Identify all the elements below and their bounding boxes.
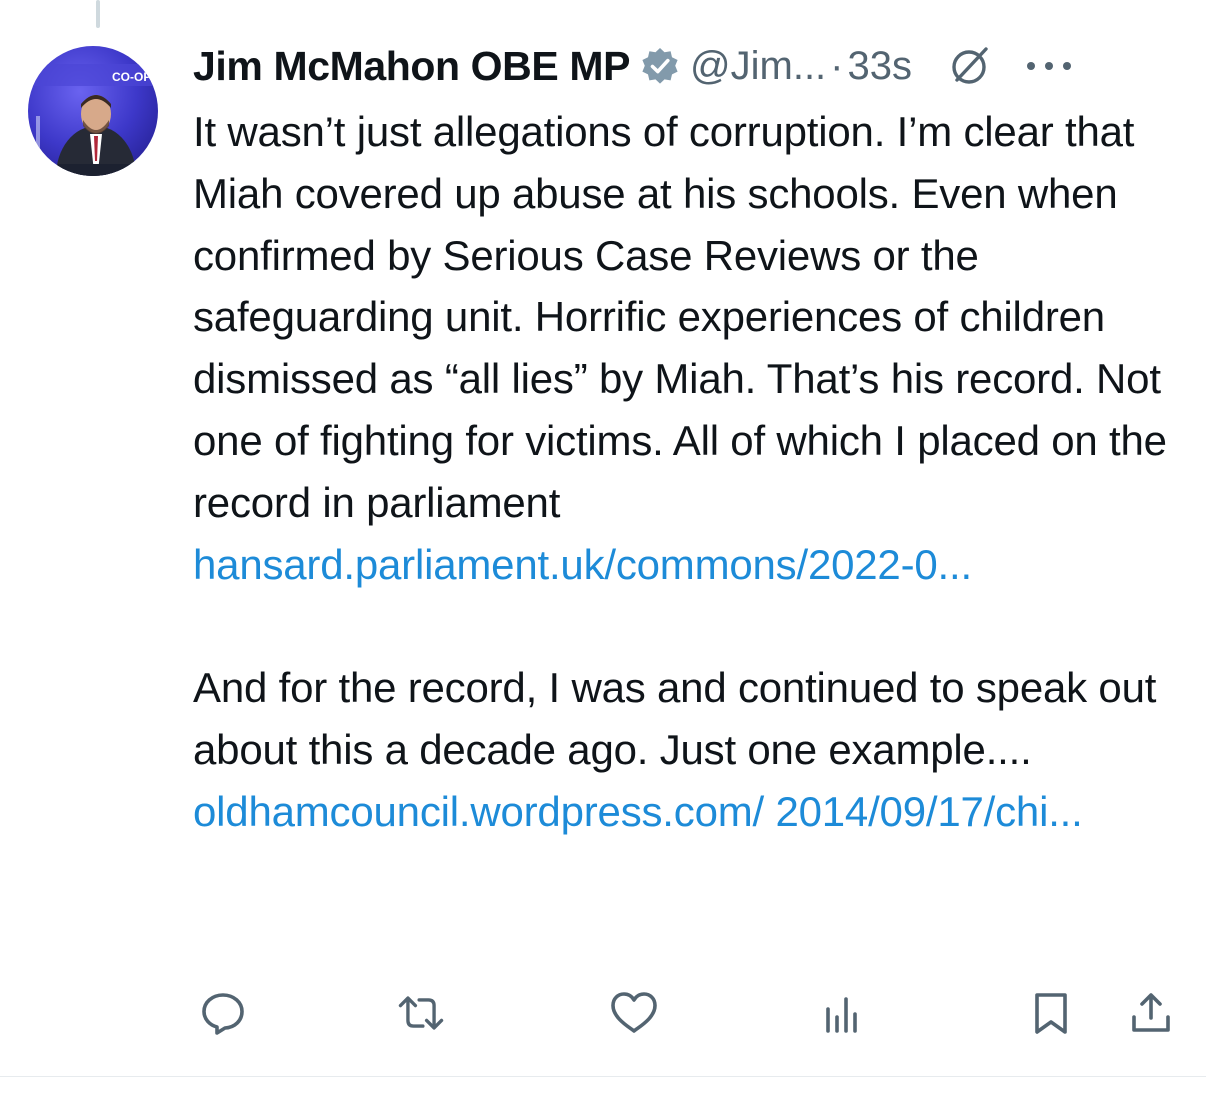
author-name[interactable]: Jim McMahon OBE MP: [193, 43, 630, 90]
timestamp[interactable]: 33s: [848, 44, 913, 89]
reply-button[interactable]: [195, 985, 251, 1041]
separator-dot: ·: [830, 43, 844, 88]
more-icon[interactable]: [1024, 56, 1074, 76]
verified-badge-icon[interactable]: [640, 46, 680, 86]
author-handle[interactable]: @Jim...: [690, 44, 826, 89]
share-button[interactable]: [1123, 985, 1179, 1041]
share-icon: [1132, 993, 1170, 1032]
tweet-body: It wasn’t just allegations of corruption…: [193, 101, 1183, 843]
bottom-divider: [0, 1076, 1206, 1077]
tweet-paragraph-text: It wasn’t just allegations of corruption…: [193, 108, 1167, 526]
like-icon: [611, 992, 657, 1033]
avatar-banner-text: CO-OP: [112, 70, 151, 84]
avatar-image: CO-OP: [28, 46, 158, 176]
tweet-paragraph-text: And for the record, I was and continued …: [193, 664, 1157, 773]
tweet-paragraph: It wasn’t just allegations of corruption…: [193, 101, 1183, 595]
thread-connector-line: [96, 0, 100, 28]
reply-icon: [202, 993, 244, 1035]
views-button[interactable]: [814, 985, 870, 1041]
avatar[interactable]: CO-OP: [28, 46, 158, 176]
bookmark-icon: [1035, 993, 1067, 1034]
oldham-council-link[interactable]: oldhamcouncil.wordpress.com/ 2014/09/17/…: [193, 788, 1083, 835]
tweet-actions: [193, 985, 1183, 1041]
views-icon: [826, 997, 857, 1033]
grok-icon[interactable]: [948, 44, 992, 88]
hansard-link[interactable]: hansard.parliament.uk/commons/2022-0...: [193, 541, 972, 588]
tweet-paragraph: And for the record, I was and continued …: [193, 657, 1183, 842]
tweet-header: Jim McMahon OBE MP @Jim... · 33s: [193, 38, 1183, 94]
repost-icon: [398, 996, 444, 1030]
bookmark-button[interactable]: [1023, 985, 1079, 1041]
repost-button[interactable]: [393, 985, 449, 1041]
like-button[interactable]: [606, 985, 662, 1041]
